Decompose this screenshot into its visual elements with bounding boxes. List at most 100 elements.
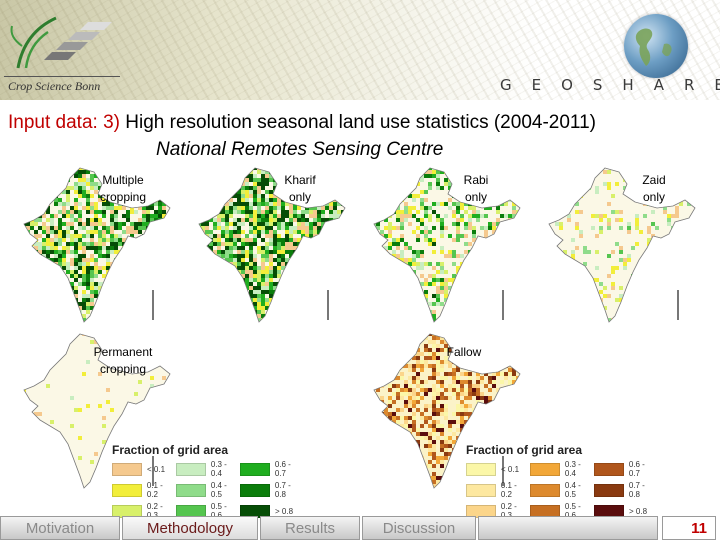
map-cell (233, 254, 237, 258)
map-cell (448, 250, 452, 254)
map-cell (325, 258, 329, 262)
map-cell (66, 262, 70, 266)
map-cell (126, 294, 130, 298)
map-cell (233, 234, 237, 238)
map-cell (309, 222, 313, 226)
map-cell (273, 250, 277, 254)
map-cell (380, 170, 384, 174)
map-cell (162, 226, 166, 230)
map-cell (460, 388, 464, 392)
map-cell (142, 266, 146, 270)
map-cell (78, 246, 82, 250)
map-cell (42, 246, 46, 250)
map-cell (400, 222, 404, 226)
map-cell (249, 274, 253, 278)
map-cell (456, 380, 460, 384)
map-cell (549, 314, 551, 318)
map-cell (50, 270, 54, 274)
map-cell (225, 234, 229, 238)
map-cell (82, 282, 86, 286)
map-cell (50, 226, 54, 230)
map-cell (329, 238, 333, 242)
map-cell (205, 226, 209, 230)
map-cell (341, 170, 345, 174)
map-cell (126, 210, 130, 214)
map-cell (118, 274, 122, 278)
map-cell (257, 286, 261, 290)
map-cell (142, 270, 146, 274)
tab-results[interactable]: Results (260, 516, 360, 540)
map-cell (408, 368, 412, 372)
map-cell (217, 168, 221, 170)
map-cell (162, 238, 166, 242)
map-cell (380, 340, 384, 344)
map-cell (623, 168, 627, 170)
map-cell (150, 266, 154, 270)
map-cell (428, 206, 432, 210)
map-cell (253, 286, 257, 290)
map-cell (54, 246, 58, 250)
map-cell (520, 266, 524, 270)
map-cell (520, 412, 524, 416)
map-cell (305, 250, 309, 254)
map-cell (452, 484, 456, 488)
map-cell (138, 298, 142, 302)
map-cell (374, 452, 376, 456)
map-cell (404, 420, 408, 424)
map-cell (265, 298, 269, 302)
map-cell (691, 246, 695, 250)
map-cell (345, 258, 349, 262)
tab-methodology[interactable]: Methodology (122, 516, 258, 540)
map-cell (374, 206, 376, 210)
map-cell (333, 306, 337, 310)
map-cell (380, 360, 384, 364)
map-cell (245, 182, 249, 186)
map-cell (500, 214, 504, 218)
map-cell (329, 302, 333, 306)
map-cell (201, 282, 205, 286)
map-cell (380, 488, 384, 492)
map-cell (384, 452, 388, 456)
map-cell (456, 306, 460, 310)
map-cell (201, 182, 205, 186)
map-cell (392, 468, 396, 472)
map-cell (102, 286, 106, 290)
map-cell (213, 266, 217, 270)
map-cell (297, 322, 301, 326)
tab-discussion[interactable]: Discussion (362, 516, 476, 540)
map-cell (225, 318, 229, 322)
tab-motivation[interactable]: Motivation (0, 516, 120, 540)
legend-swatch (112, 483, 142, 497)
map-cell (289, 306, 293, 310)
map-cell (46, 270, 50, 274)
map-cell (476, 214, 480, 218)
map-cell (257, 218, 261, 222)
map-cell (337, 230, 341, 234)
map-cell (261, 310, 265, 314)
map-cell (337, 310, 341, 314)
map-cell (508, 214, 512, 218)
map-cell (424, 388, 428, 392)
legend-label: 0.7 - 0.8 (274, 481, 291, 499)
map-cell (563, 318, 567, 322)
map-cell (293, 206, 297, 210)
map-cell (384, 412, 388, 416)
map-cell (213, 290, 217, 294)
map-cell (460, 480, 464, 484)
map-cell (492, 306, 496, 310)
map-cell (305, 282, 309, 286)
map-cell (520, 404, 524, 408)
map-cell (265, 214, 269, 218)
map-cell (66, 298, 70, 302)
map-cell (508, 168, 512, 170)
map-cell (237, 306, 241, 310)
legend-label: 0.6 - 0.7 (274, 460, 291, 478)
map-cell (412, 452, 416, 456)
map-cell (293, 210, 297, 214)
map-cell (293, 298, 297, 302)
map-cell (90, 222, 94, 226)
map-cell (273, 322, 277, 326)
map-cell (428, 364, 432, 368)
map-cell (480, 424, 484, 428)
map-cell (384, 178, 388, 182)
